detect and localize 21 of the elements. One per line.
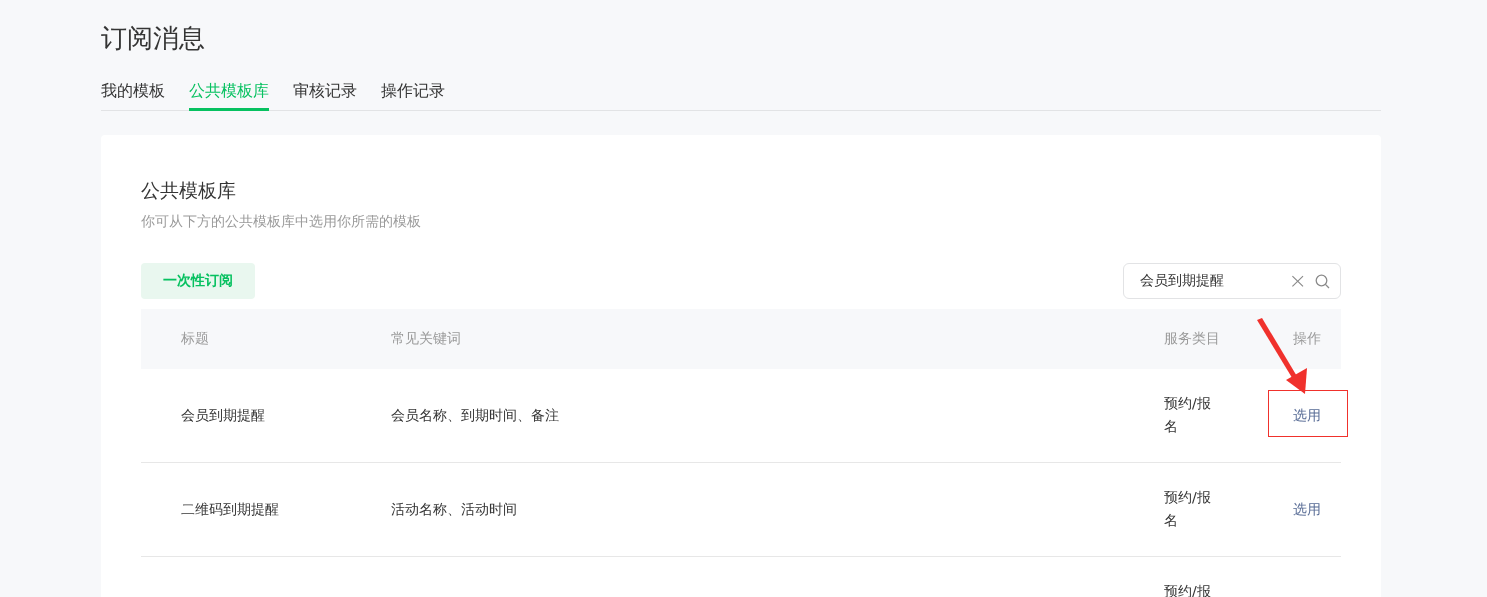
clear-button[interactable]: × <box>1288 272 1307 290</box>
table-cell: 会员名称、到期时间、备注 <box>391 406 559 423</box>
panel-description: 你可从下方的公共模板库中选用你所需的模板 <box>141 212 422 231</box>
table-cell: 二维码到期提醒 <box>181 500 279 517</box>
select-link[interactable]: 选用 <box>1293 406 1321 425</box>
search-icon[interactable] <box>1315 273 1330 289</box>
search-field[interactable]: 会员到期提醒 × <box>1123 263 1341 299</box>
table-cell-text: 预约/报名 <box>1164 394 1212 436</box>
page-title: 订阅消息 <box>101 22 206 55</box>
tab[interactable]: 操作记录 <box>381 80 445 111</box>
tab[interactable]: 审核记录 <box>293 80 357 111</box>
column-header: 标题 <box>181 330 209 346</box>
tab[interactable]: 我的模板 <box>101 80 165 111</box>
select-link[interactable]: 选用 <box>1293 500 1321 519</box>
table-cell: 活动名称、活动时间 <box>391 500 517 517</box>
column-header: 服务类目 <box>1164 330 1220 346</box>
table-cell-text: 预约/报名 <box>1164 488 1212 530</box>
panel-title: 公共模板库 <box>141 178 237 203</box>
table-cell: 会员到期提醒 <box>181 406 265 423</box>
column-header: 常见关键词 <box>391 330 461 346</box>
column-header: 操作 <box>1293 330 1321 348</box>
